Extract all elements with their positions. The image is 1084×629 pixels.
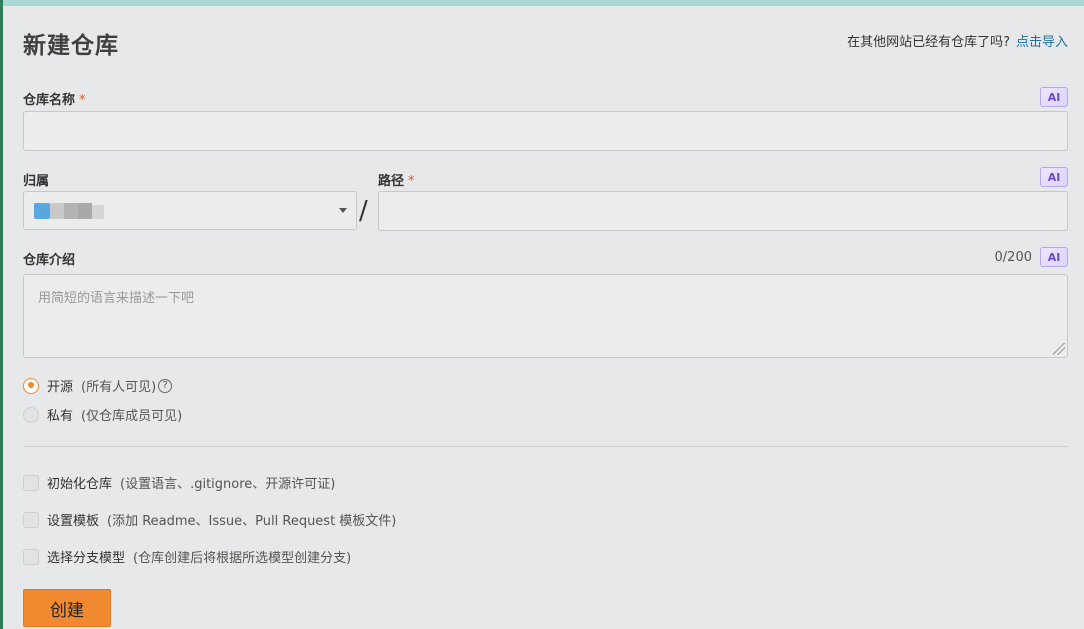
option-init-repo-hint: (设置语言、.gitignore、开源许可证) bbox=[120, 477, 336, 492]
option-init-repo[interactable]: 初始化仓库 (设置语言、.gitignore、开源许可证) bbox=[23, 473, 335, 492]
help-circle-icon[interactable]: ? bbox=[158, 378, 173, 393]
import-link[interactable]: 点击导入 bbox=[1016, 35, 1068, 50]
option-template-hint: (添加 Readme、Issue、Pull Request 模板文件) bbox=[107, 514, 397, 529]
visibility-public-label: 开源 bbox=[47, 380, 74, 395]
option-template-label: 设置模板 bbox=[47, 514, 100, 529]
path-label: 路径 * bbox=[378, 170, 415, 189]
visibility-private-hint: (仅仓库成员可见) bbox=[81, 409, 183, 424]
option-template[interactable]: 设置模板 (添加 Readme、Issue、Pull Request 模板文件) bbox=[23, 510, 396, 529]
option-init-repo-label: 初始化仓库 bbox=[47, 477, 113, 492]
redacted-owner-name bbox=[92, 205, 104, 219]
repo-name-label: 仓库名称 * bbox=[23, 89, 86, 108]
description-textarea[interactable]: 用简短的语言来描述一下吧 bbox=[23, 274, 1068, 358]
option-branch-model[interactable]: 选择分支模型 (仓库创建后将根据所选模型创建分支) bbox=[23, 547, 351, 566]
visibility-private-option[interactable]: 私有 (仅仓库成员可见) bbox=[23, 405, 182, 424]
repo-name-label-text: 仓库名称 bbox=[23, 93, 76, 108]
option-branch-model-label: 选择分支模型 bbox=[47, 551, 126, 566]
page-title: 新建仓库 bbox=[23, 33, 119, 59]
redacted-owner-name bbox=[50, 203, 64, 219]
required-mark: * bbox=[79, 93, 86, 108]
checkbox-template[interactable] bbox=[23, 511, 39, 528]
visibility-public-option[interactable]: 开源 (所有人可见) ? bbox=[23, 376, 173, 395]
owner-select[interactable] bbox=[23, 191, 357, 230]
create-button[interactable]: 创建 bbox=[23, 589, 111, 627]
path-label-text: 路径 bbox=[378, 174, 405, 189]
ai-assist-button[interactable]: AI bbox=[1040, 167, 1068, 187]
import-prompt-text: 在其他网站已经有仓库了吗? bbox=[847, 35, 1010, 50]
checkbox-branch-model[interactable] bbox=[23, 548, 39, 565]
redacted-owner-name bbox=[78, 203, 92, 219]
ai-assist-button[interactable]: AI bbox=[1040, 87, 1068, 107]
path-input[interactable] bbox=[378, 191, 1068, 231]
option-branch-model-hint: (仓库创建后将根据所选模型创建分支) bbox=[133, 551, 352, 566]
description-label: 仓库介绍 bbox=[23, 253, 76, 268]
owner-label: 归属 bbox=[23, 174, 50, 189]
visibility-private-label: 私有 bbox=[47, 409, 74, 424]
radio-public[interactable] bbox=[23, 377, 39, 394]
checkbox-init-repo[interactable] bbox=[23, 474, 39, 491]
radio-private[interactable] bbox=[23, 406, 39, 423]
top-accent-strip bbox=[0, 0, 1084, 6]
description-placeholder: 用简短的语言来描述一下吧 bbox=[38, 291, 195, 306]
char-counter: 0/200 bbox=[994, 250, 1032, 265]
visibility-public-hint: (所有人可见) bbox=[81, 380, 157, 395]
repo-name-input[interactable] bbox=[23, 111, 1068, 151]
required-mark: * bbox=[408, 174, 415, 189]
import-prompt: 在其他网站已经有仓库了吗? 点击导入 bbox=[847, 31, 1068, 50]
redacted-owner-name bbox=[64, 203, 78, 219]
avatar bbox=[34, 203, 50, 219]
left-edge-bar bbox=[0, 0, 3, 629]
chevron-down-icon bbox=[339, 208, 347, 213]
divider bbox=[23, 446, 1068, 447]
ai-assist-button[interactable]: AI bbox=[1040, 247, 1068, 267]
resize-handle-icon[interactable] bbox=[1053, 343, 1065, 355]
path-separator: / bbox=[359, 196, 368, 226]
